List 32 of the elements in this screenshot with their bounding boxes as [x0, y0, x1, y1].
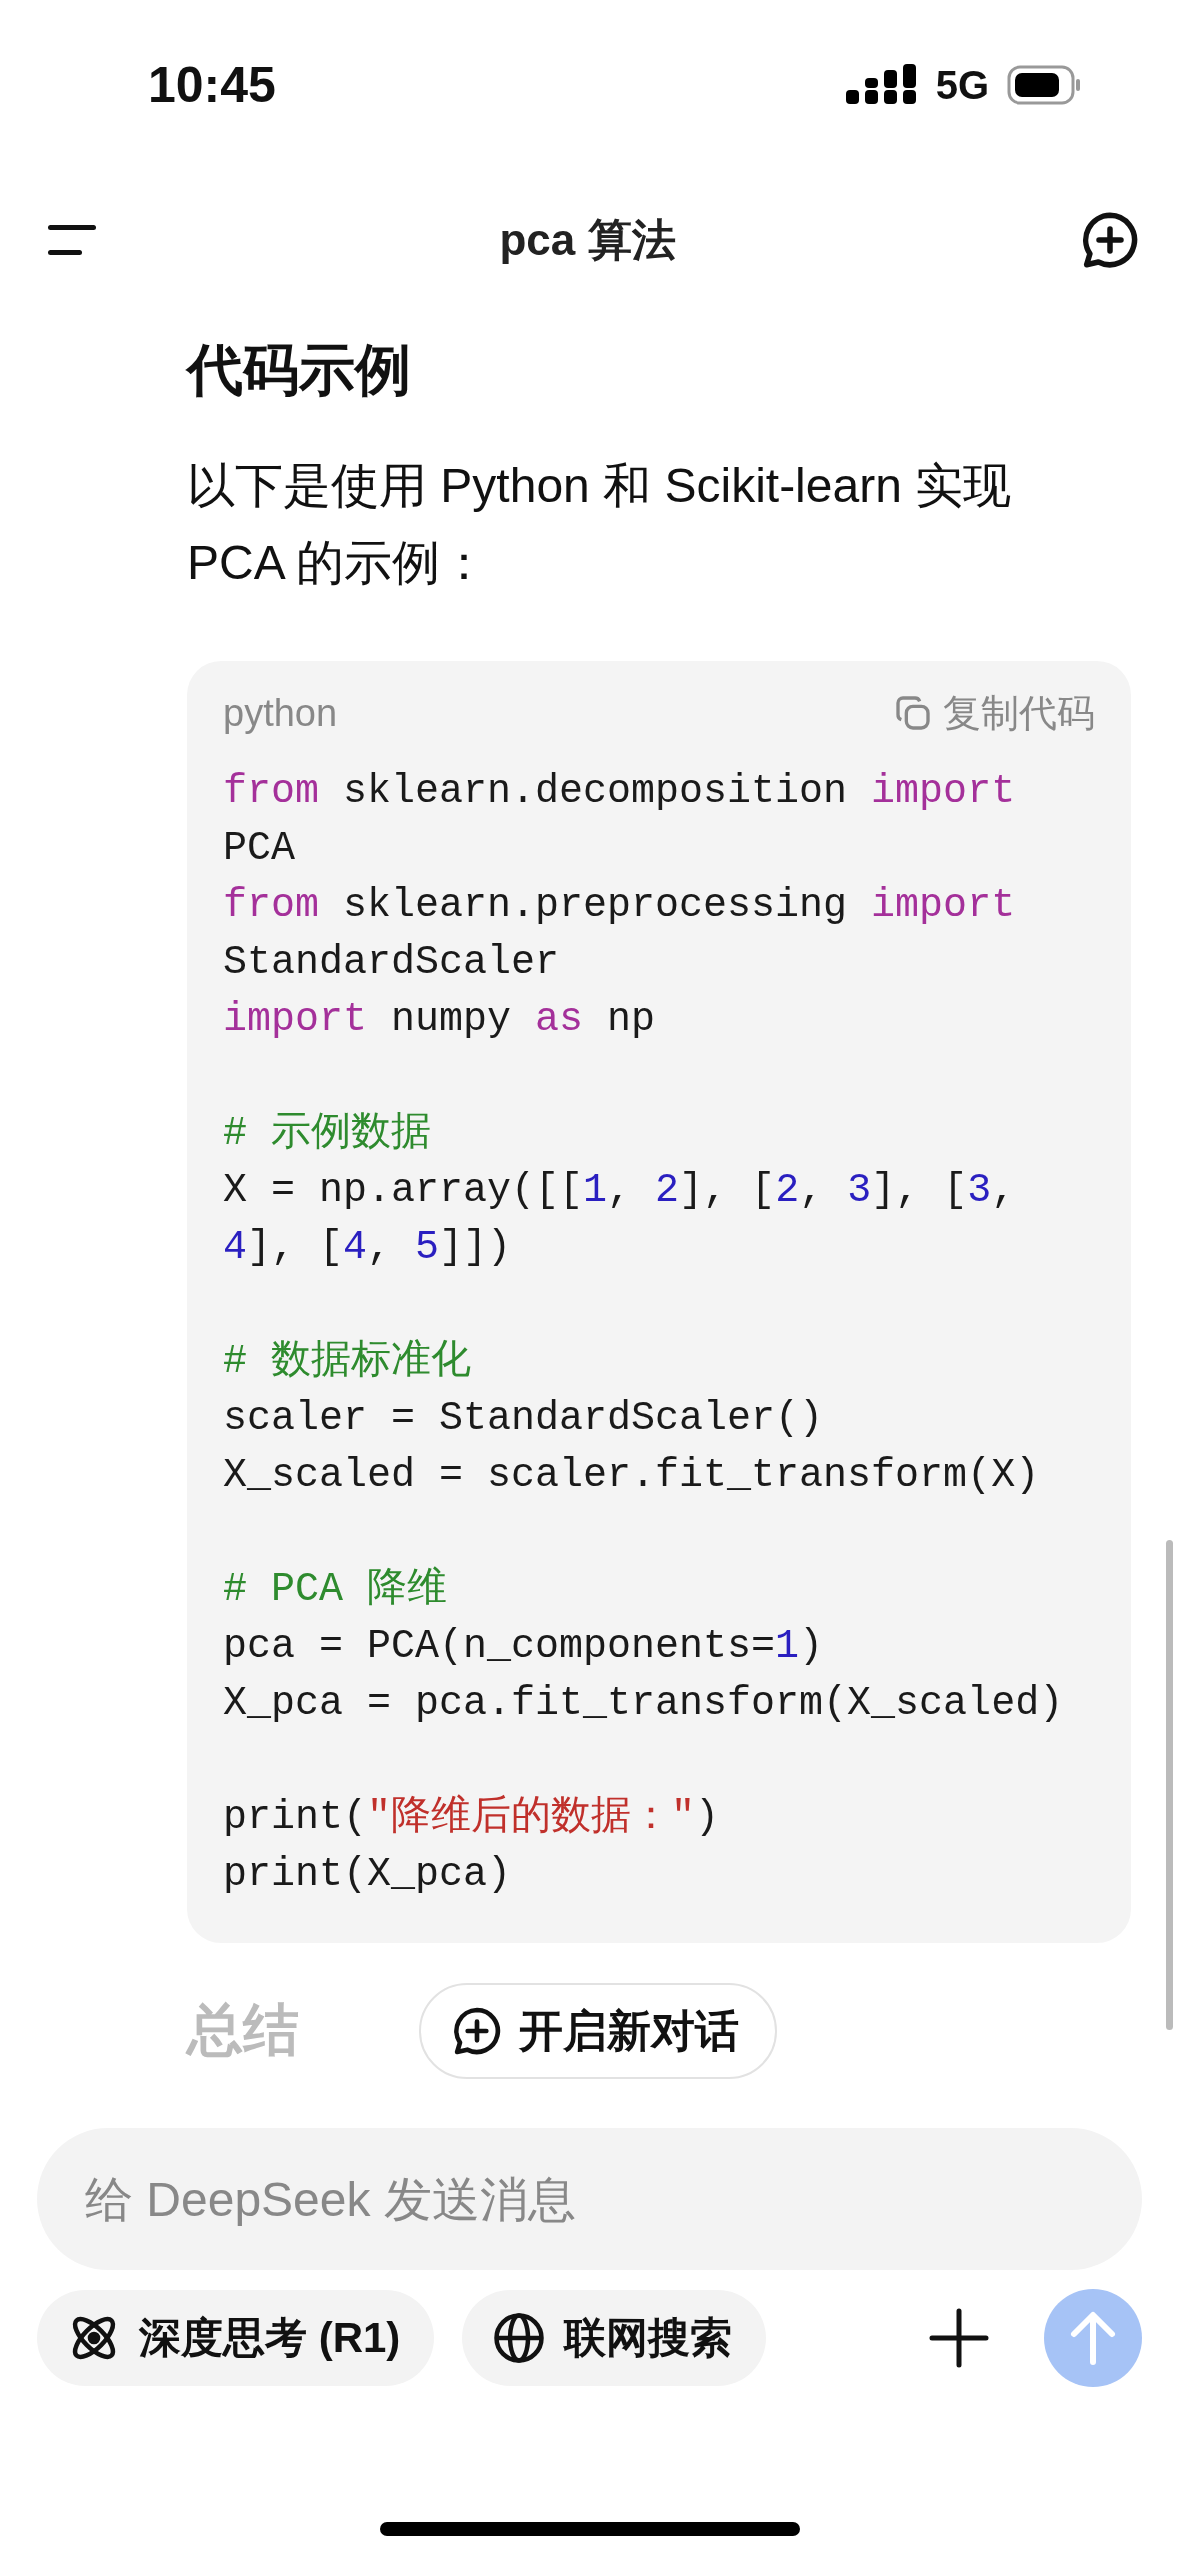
code-line: from sklearn.preprocessing import — [223, 882, 1017, 931]
code-line: PCA — [223, 825, 296, 874]
code-line: print("降维后的数据：") — [223, 1793, 721, 1843]
code-line: import numpy as np — [223, 996, 657, 1045]
code-line: StandardScaler — [223, 939, 561, 988]
message-paragraph: 以下是使用 Python 和 Scikit-learn 实现 PCA 的示例： — [187, 458, 1013, 592]
code-line: X_scaled = scaler.fit_transform(X) — [223, 1452, 1041, 1501]
code-line: X = np.array([[1, 2], [2, 3], [3, — [223, 1167, 1017, 1216]
arrow-up-icon — [1068, 2310, 1118, 2366]
code-language: python — [223, 691, 338, 735]
faded-heading: 总结 — [187, 1997, 299, 2064]
web-search-button[interactable]: 联网搜索 — [462, 2290, 767, 2386]
chat-title: pca 算法 — [499, 213, 676, 266]
status-time: 10:45 — [148, 56, 276, 114]
section-heading: 代码示例 — [187, 337, 412, 403]
code-line: 4], [4, 5]]) — [223, 1224, 513, 1273]
code-line: # 数据标准化 — [223, 1338, 472, 1387]
network-label: 5G — [935, 62, 989, 108]
menu-icon[interactable] — [46, 223, 98, 257]
code-line: from sklearn.decomposition import — [223, 768, 1017, 817]
code-line: scaler = StandardScaler() — [223, 1395, 825, 1444]
globe-icon — [492, 2311, 547, 2365]
code-line: print(X_pca) — [223, 1851, 513, 1900]
code-line: # PCA 降维 — [223, 1565, 449, 1615]
deep-think-button[interactable]: 深度思考 (R1) — [37, 2290, 435, 2386]
message-input[interactable]: 给 DeepSeek 发送消息 — [37, 2128, 1142, 2270]
battery-icon — [1007, 65, 1083, 105]
code-line: # 示例数据 — [223, 1110, 432, 1159]
new-chat-button[interactable]: 开启新对话 — [419, 1983, 777, 2080]
signal-icon — [845, 64, 918, 106]
code-line: X_pca = pca.fit_transform(X_scaled) — [223, 1680, 1065, 1729]
code-line: pca = PCA(n_components=1) — [223, 1623, 825, 1672]
